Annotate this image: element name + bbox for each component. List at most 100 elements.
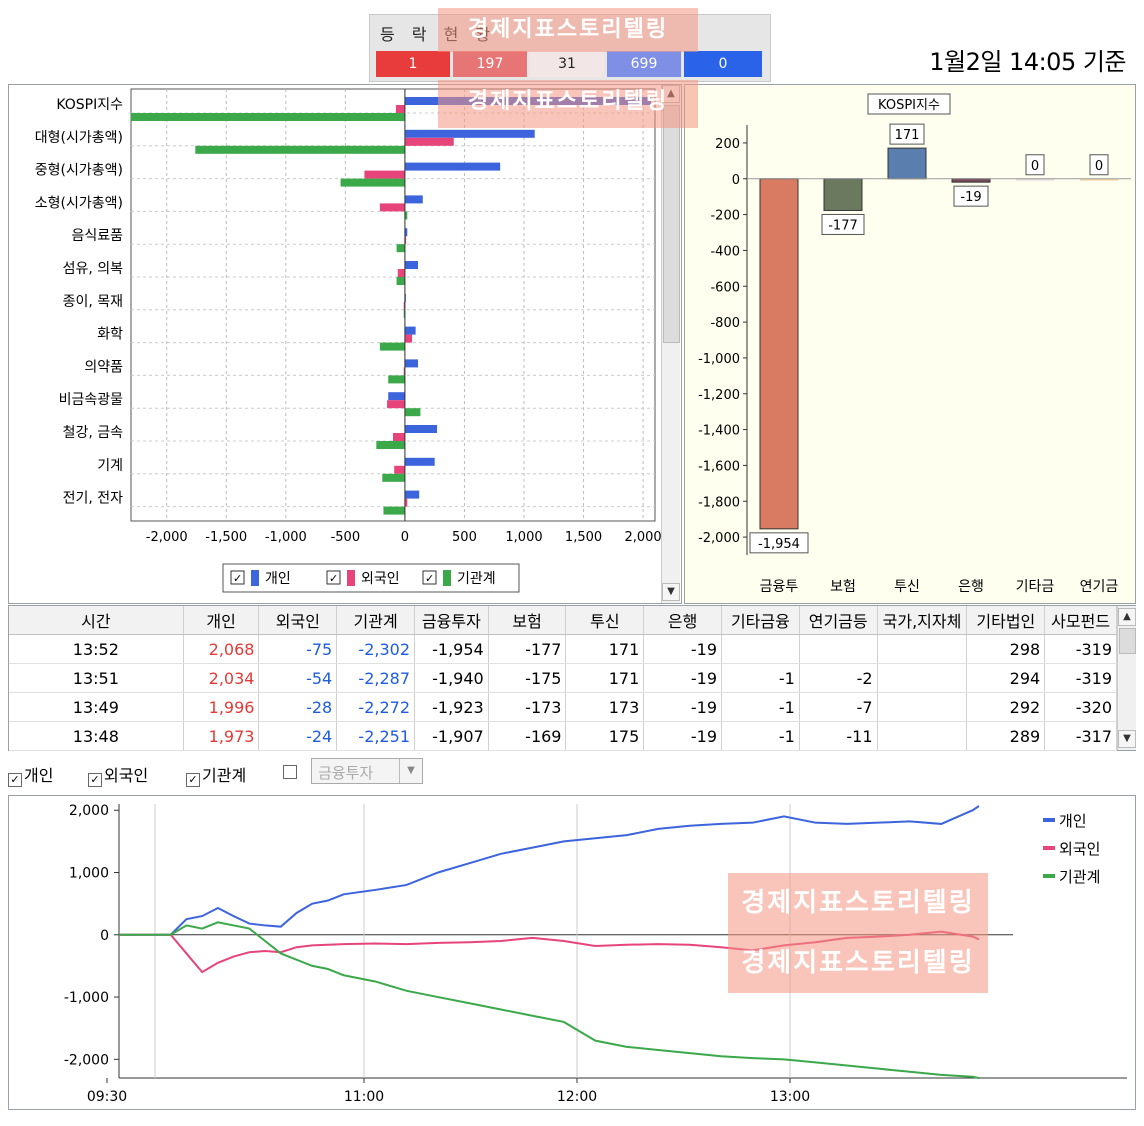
value-cell: -24 [258, 721, 338, 751]
checkbox-icon[interactable]: ✓ [88, 773, 102, 787]
value-cell: -173 [488, 692, 567, 722]
bar-individual [404, 162, 501, 171]
inst-category-label: 금융투 [760, 579, 799, 595]
toggle-detail[interactable] [283, 762, 299, 781]
bar-institution [130, 113, 405, 121]
column-header[interactable]: 기관계 [336, 606, 415, 635]
adv-cell-decline: 699 [607, 51, 681, 77]
table-row[interactable]: 13:52 2,068 -75 -2,302 -1,954 -177 171 -19 298 -3… [9, 634, 1117, 664]
value-cell: 175 [565, 721, 645, 751]
column-header[interactable]: 국가,지자체 [877, 606, 968, 635]
x-tick-label: 09:30 [87, 1089, 127, 1105]
value-cell: -2,272 [336, 692, 415, 722]
scroll-thumb[interactable] [663, 105, 680, 343]
value-cell: 173 [565, 692, 645, 722]
value-label: -19 [960, 190, 981, 205]
bar-individual [404, 490, 420, 499]
category-label: 화학 [97, 327, 123, 343]
time-cell: 13:49 [9, 692, 184, 722]
table-row[interactable]: 13:51 2,034 -54 -2,287 -1,940 -175 171 -19 -1 -2 2… [9, 663, 1117, 693]
table-scroll-up-button[interactable]: ▲ [1118, 608, 1136, 626]
watermark-large: 경제지표스토리텔링 경제지표스토리텔링 [728, 873, 988, 993]
y-tick-label: -2,000 [698, 531, 740, 546]
category-label: 대형(시가총액) [35, 130, 123, 146]
legend-swatch [1043, 818, 1055, 822]
legend-label: 외국인 [361, 571, 400, 587]
y-tick-label: -1,400 [698, 424, 740, 439]
y-tick-label: -1,600 [698, 459, 740, 474]
value-cell: 171 [565, 663, 645, 693]
check-mark-icon: ✓ [233, 572, 242, 585]
value-label: -1,954 [758, 537, 800, 552]
value-cell: -1 [721, 721, 800, 751]
column-header[interactable]: 보험 [488, 606, 567, 635]
y-tick-label: -600 [710, 280, 740, 295]
column-header[interactable]: 기타법인 [966, 606, 1046, 635]
value-cell: -1 [721, 692, 800, 722]
table-scroll-down-button[interactable]: ▼ [1118, 730, 1136, 748]
column-header[interactable]: 기타금융 [721, 606, 800, 635]
value-cell: -19 [643, 721, 723, 751]
x-tick-label: 2,000 [624, 530, 661, 545]
x-tick-label: 12:00 [557, 1089, 597, 1105]
legend-swatch [251, 570, 259, 586]
value-cell: -2 [799, 663, 878, 693]
column-header[interactable]: 외국인 [258, 606, 338, 635]
y-tick-label: 1,000 [69, 866, 109, 882]
value-cell: -54 [258, 663, 338, 693]
value-cell [799, 634, 878, 664]
column-header[interactable]: 개인 [183, 606, 260, 635]
value-cell: -1,954 [414, 634, 489, 664]
adv-cell-unchanged: 31 [530, 51, 604, 77]
value-cell: -28 [258, 692, 338, 722]
legend-swatch [1043, 874, 1055, 878]
column-header[interactable]: 투신 [565, 606, 645, 635]
value-cell [877, 692, 968, 722]
checkbox-icon[interactable]: ✓ [186, 773, 200, 787]
inst-category-label: 보험 [830, 579, 856, 595]
column-header[interactable]: 시간 [9, 606, 184, 635]
category-label: 섬유, 의복 [63, 261, 124, 277]
x-tick-label: -1,000 [265, 530, 307, 545]
value-cell: 298 [966, 634, 1046, 664]
value-cell: -19 [643, 663, 723, 693]
checkbox-icon[interactable]: ✓ [8, 773, 22, 787]
column-header[interactable]: 금융투자 [414, 606, 489, 635]
investor-select[interactable]: 금융투자 ▼ [311, 758, 423, 784]
toggle-individual[interactable]: ✓ 개인 [8, 762, 53, 787]
institution-bar-chart: KOSPI지수 200 0 -200 -400 -600 -800 -1,000 -1,200 -… [698, 93, 1131, 595]
sector-scrollbar[interactable]: ▲ ▼ [661, 85, 680, 603]
table-scrollbar[interactable]: ▲ ▼ [1117, 606, 1136, 750]
chevron-down-icon[interactable]: ▼ [399, 759, 422, 783]
table-row[interactable]: 13:49 1,996 -28 -2,272 -1,923 -173 173 -19 -1 -7 2… [9, 692, 1117, 722]
x-tick-label: 1,500 [565, 530, 602, 545]
toggle-institution[interactable]: ✓ 기관계 [186, 762, 246, 787]
column-header[interactable]: 은행 [643, 606, 723, 635]
x-tick-label: -1,500 [205, 530, 247, 545]
y-tick-label: -200 [710, 209, 740, 224]
toggle-foreign-label: 외국인 [104, 766, 149, 785]
column-header[interactable]: 연기금등 [799, 606, 878, 635]
category-label: 기계 [97, 458, 123, 474]
scroll-down-button[interactable]: ▼ [662, 583, 680, 601]
table-row[interactable]: 13:48 1,973 -24 -2,251 -1,907 -169 175 -19 -1 -11… [9, 721, 1117, 751]
bar-individual [404, 129, 535, 138]
value-cell: -19 [643, 692, 723, 722]
adv-cell-advance: 197 [453, 51, 527, 77]
category-label: 중형(시가총액) [35, 163, 123, 179]
value-cell: -1 [721, 663, 800, 693]
category-label: 의약품 [84, 359, 123, 375]
toggle-foreign[interactable]: ✓ 외국인 [88, 762, 148, 787]
table-scroll-thumb[interactable] [1119, 628, 1136, 654]
column-header[interactable]: 사모펀드 [1044, 606, 1117, 635]
toggle-individual-label: 개인 [24, 766, 54, 785]
value-label: 0 [1095, 159, 1103, 174]
inst-category-label: 투신 [894, 579, 920, 595]
check-mark-icon: ✓ [425, 572, 434, 585]
checkbox-icon[interactable] [283, 765, 297, 779]
x-tick-label: 500 [452, 530, 477, 545]
y-tick-label: -1,000 [64, 990, 109, 1006]
time-cell: 13:52 [9, 634, 184, 664]
watermark: 경제지표스토리텔링 [438, 8, 698, 52]
bar-foreign [404, 334, 413, 343]
